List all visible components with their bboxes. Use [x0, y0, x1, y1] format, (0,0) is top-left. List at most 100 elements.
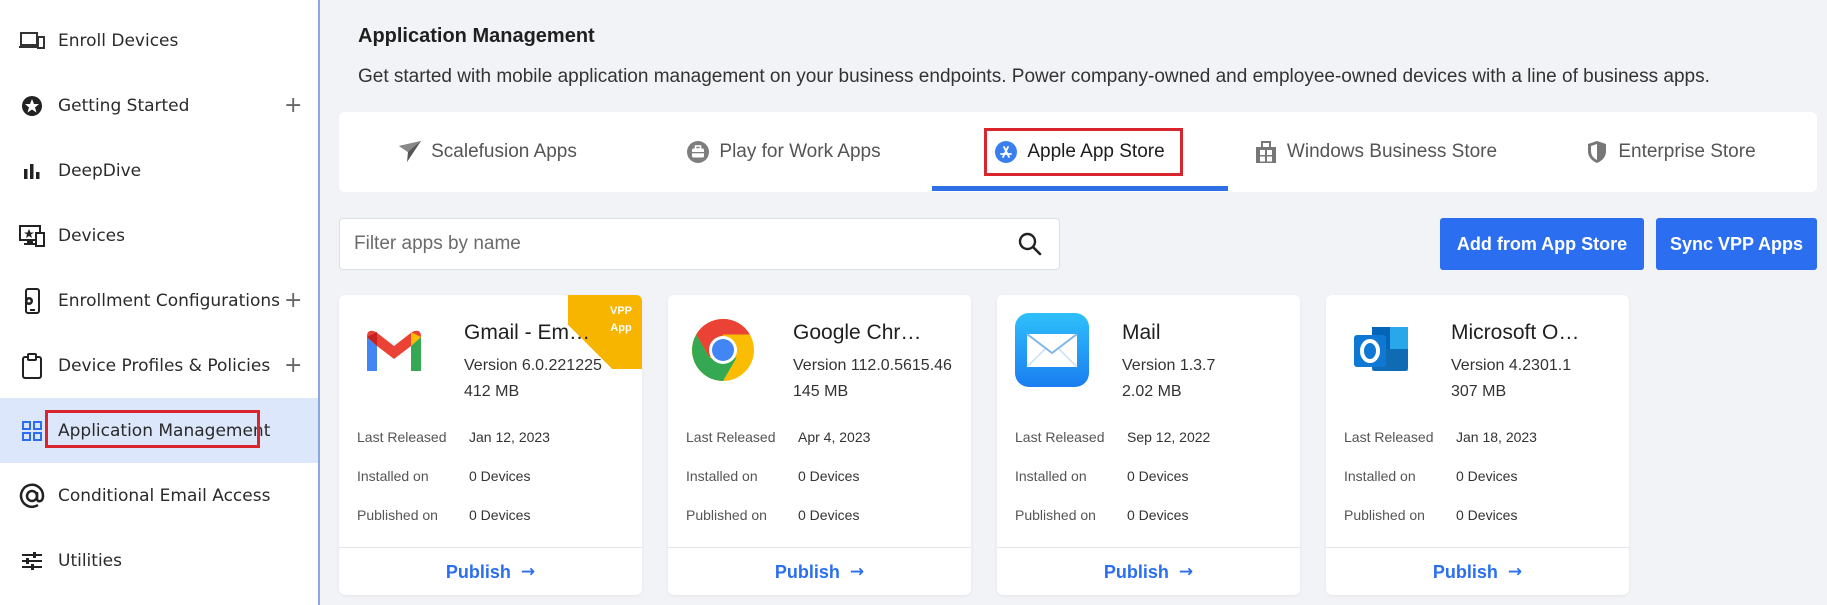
outlook-icon — [1344, 313, 1418, 387]
published-on-label: Published on — [357, 507, 438, 523]
published-on-value: 0 Devices — [1127, 507, 1189, 523]
publish-button[interactable]: Publish → — [339, 557, 642, 587]
last-released-value: Jan 18, 2023 — [1456, 429, 1537, 445]
tab-label: Windows Business Store — [1286, 141, 1498, 162]
search-icon[interactable] — [1017, 231, 1045, 259]
add-from-app-store-button[interactable]: Add from App Store — [1440, 218, 1644, 270]
chrome-icon — [686, 313, 760, 387]
installed-on-value: 0 Devices — [798, 468, 860, 484]
sidebar-item-utilities[interactable]: Utilities — [0, 528, 318, 593]
arrow-right-icon: → — [1178, 562, 1194, 582]
briefcase-icon — [685, 139, 711, 165]
app-size: 307 MB — [1451, 383, 1507, 400]
app-version: Version 112.0.5615.46 — [793, 357, 952, 374]
tab-scalefusion-apps[interactable]: Scalefusion Apps — [339, 112, 635, 192]
card-divider — [668, 547, 971, 548]
page-title: Application Management — [358, 25, 595, 47]
sidebar-item-enrollment-configurations[interactable]: Enrollment Configurations + — [0, 268, 318, 333]
sidebar-item-application-management[interactable]: Application Management — [0, 398, 318, 463]
installed-on-label: Installed on — [686, 468, 758, 484]
arrow-right-icon: → — [1507, 562, 1523, 582]
tab-bar: Scalefusion Apps Play for Work Apps Appl… — [339, 112, 1817, 192]
published-on-label: Published on — [1344, 507, 1425, 523]
grid-icon — [18, 417, 46, 445]
last-released-value: Jan 12, 2023 — [469, 429, 550, 445]
tab-windows-business-store[interactable]: Windows Business Store — [1227, 112, 1523, 192]
publish-button[interactable]: Publish → — [997, 557, 1300, 587]
tab-apple-app-store[interactable]: Apple App Store — [931, 112, 1227, 192]
publish-button[interactable]: Publish → — [668, 557, 971, 587]
published-on-label: Published on — [686, 507, 767, 523]
last-released-label: Last Released — [1015, 429, 1105, 445]
installed-on-label: Installed on — [357, 468, 429, 484]
app-name: Google Chr… — [793, 321, 922, 344]
page-description: Get started with mobile application mana… — [358, 66, 1710, 87]
installed-on-value: 0 Devices — [469, 468, 531, 484]
sidebar-item-devices[interactable]: Devices — [0, 203, 318, 268]
last-released-value: Apr 4, 2023 — [798, 429, 871, 445]
gmail-icon — [357, 313, 431, 387]
devices-icon — [18, 27, 46, 55]
published-on-value: 0 Devices — [798, 507, 860, 523]
sidebar-item-label: Device Profiles & Policies — [58, 355, 271, 376]
installed-on-label: Installed on — [1344, 468, 1416, 484]
tab-enterprise-store[interactable]: Enterprise Store — [1523, 112, 1817, 192]
shield-icon — [1584, 139, 1610, 165]
active-tab-indicator — [932, 186, 1228, 191]
sidebar-item-enroll-devices[interactable]: Enroll Devices — [0, 8, 318, 73]
filter-apps-input[interactable] — [354, 229, 994, 259]
last-released-label: Last Released — [686, 429, 776, 445]
app-size: 2.02 MB — [1122, 383, 1182, 400]
sidebar-item-label: Conditional Email Access — [58, 485, 271, 506]
tab-label: Apple App Store — [1027, 141, 1165, 162]
app-version: Version 6.0.221225 — [464, 357, 602, 374]
sidebar-item-conditional-email-access[interactable]: Conditional Email Access — [0, 463, 318, 528]
app-card-mail[interactable]: Mail Version 1.3.7 2.02 MB Last Released… — [997, 295, 1300, 595]
app-store-icon — [993, 139, 1019, 165]
card-divider — [1326, 547, 1629, 548]
sidebar-item-label: Utilities — [58, 550, 122, 571]
sidebar-item-label: Getting Started — [58, 95, 190, 116]
main-content: Application Management Get started with … — [322, 0, 1827, 605]
sidebar-item-getting-started[interactable]: Getting Started + — [0, 73, 318, 138]
star-icon — [18, 92, 46, 120]
published-on-value: 0 Devices — [469, 507, 531, 523]
arrow-right-icon: → — [520, 562, 536, 582]
sidebar-item-device-profiles-policies[interactable]: Device Profiles & Policies + — [0, 333, 318, 398]
sidebar-item-label: Enrollment Configurations — [58, 290, 280, 311]
scalefusion-icon — [397, 139, 423, 165]
installed-on-value: 0 Devices — [1456, 468, 1518, 484]
sidebar-item-deepdive[interactable]: DeepDive — [0, 138, 318, 203]
store-icon — [1253, 139, 1279, 165]
last-released-label: Last Released — [357, 429, 447, 445]
installed-on-label: Installed on — [1015, 468, 1087, 484]
sidebar: Enroll Devices Getting Started + DeepDiv… — [0, 0, 320, 605]
tab-label: Play for Work Apps — [719, 141, 881, 162]
sidebar-item-label: DeepDive — [58, 160, 142, 181]
card-divider — [339, 547, 642, 548]
card-divider — [997, 547, 1300, 548]
clipboard-icon — [18, 352, 46, 380]
app-size: 412 MB — [464, 383, 520, 400]
published-on-label: Published on — [1015, 507, 1096, 523]
installed-on-value: 0 Devices — [1127, 468, 1189, 484]
at-icon — [18, 482, 46, 510]
sidebar-item-label: Enroll Devices — [58, 30, 179, 51]
app-card-gmail[interactable]: VPP App Gmail - Em… Version 6.0.221225 41… — [339, 295, 642, 595]
sync-vpp-apps-button[interactable]: Sync VPP Apps — [1656, 218, 1817, 270]
monitor-icon — [18, 222, 46, 250]
expand-plus-icon[interactable]: + — [284, 354, 302, 377]
tab-play-for-work-apps[interactable]: Play for Work Apps — [635, 112, 931, 192]
publish-button[interactable]: Publish → — [1326, 557, 1629, 587]
app-card-microsoft-outlook[interactable]: Microsoft O… Version 4.2301.1 307 MB Las… — [1326, 295, 1629, 595]
expand-plus-icon[interactable]: + — [284, 289, 302, 312]
expand-plus-icon[interactable]: + — [284, 94, 302, 117]
sidebar-item-label: Devices — [58, 225, 125, 246]
arrow-right-icon: → — [849, 562, 865, 582]
app-name: Microsoft O… — [1451, 321, 1580, 344]
sliders-icon — [18, 547, 46, 575]
sidebar-item-label: Application Management — [58, 420, 271, 441]
app-version: Version 4.2301.1 — [1451, 357, 1572, 374]
app-card-google-chrome[interactable]: Google Chr… Version 112.0.5615.46 145 MB… — [668, 295, 971, 595]
app-name: Gmail - Em… — [464, 321, 590, 344]
